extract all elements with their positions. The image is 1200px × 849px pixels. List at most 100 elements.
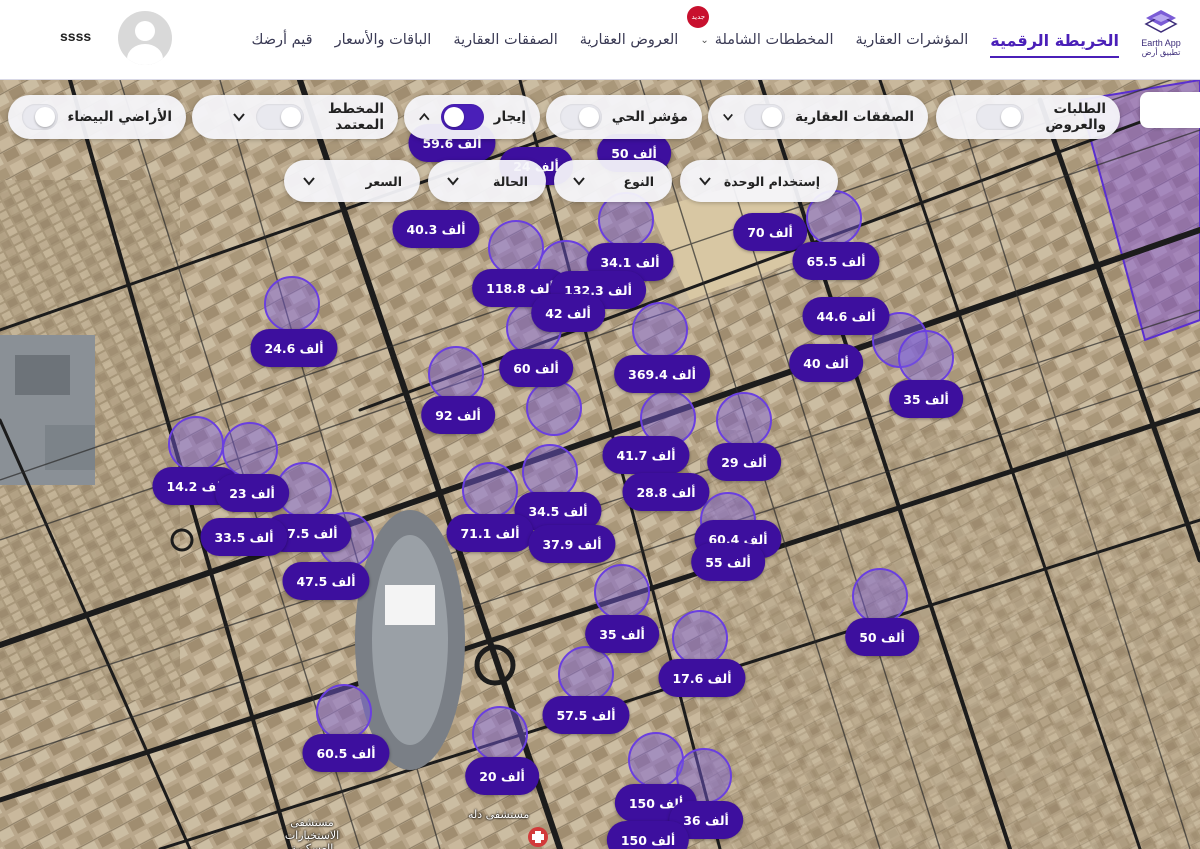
nav-label: الصفقات العقارية — [453, 32, 558, 48]
price-marker[interactable]: 50 ألف — [845, 618, 919, 656]
dropdown-type[interactable]: النوع — [554, 160, 672, 202]
nav-real-estate-deals[interactable]: الصفقات العقارية — [442, 32, 568, 48]
price-marker[interactable]: 24.6 ألف — [250, 329, 338, 367]
filter-label: إيجار — [493, 108, 526, 125]
logo-name-en: Earth App — [1141, 38, 1181, 48]
chevron-down-icon — [573, 177, 585, 186]
price-marker[interactable]: 71.1 ألف — [446, 514, 534, 552]
price-marker[interactable]: 92 ألف — [421, 396, 495, 434]
chevron-down-icon[interactable] — [232, 110, 246, 124]
toggle-switch[interactable] — [743, 104, 786, 130]
map-cluster[interactable] — [488, 220, 544, 276]
price-marker[interactable]: 150 ألف — [606, 821, 690, 849]
hospital-label: مستشفى الاستخبارات العسكرية — [284, 816, 340, 849]
chevron-down-icon: ⌄ — [700, 34, 709, 46]
filter-white-lands[interactable]: الأراضي البيضاء — [8, 95, 186, 139]
filter-real-estate-deals[interactable]: الصفقات العقارية — [708, 95, 928, 139]
price-marker[interactable]: 55 ألف — [691, 543, 765, 581]
price-marker[interactable]: 369.4 ألف — [614, 355, 710, 393]
price-marker[interactable]: 17.6 ألف — [658, 659, 746, 697]
map-cluster[interactable] — [472, 706, 528, 762]
price-marker[interactable]: 44.6 ألف — [802, 297, 890, 335]
avatar[interactable] — [118, 11, 172, 65]
map-cluster[interactable] — [316, 684, 372, 740]
toggle-switch[interactable] — [976, 104, 1024, 130]
filter-label: مؤشر الحي — [611, 108, 688, 125]
map-cluster[interactable] — [632, 302, 688, 358]
price-marker[interactable]: 35 ألف — [889, 380, 963, 418]
map-cluster[interactable] — [672, 610, 728, 666]
nav-digital-map[interactable]: الخريطة الرقمية — [979, 30, 1130, 58]
search-input[interactable] — [1140, 92, 1200, 128]
chevron-down-icon — [303, 177, 315, 186]
nav-label: الخريطة الرقمية — [990, 30, 1119, 50]
toggle-switch[interactable] — [560, 104, 602, 130]
nav-label: قيم أرضك — [251, 32, 313, 48]
nav-label: المخططات الشاملة — [714, 32, 834, 48]
price-marker[interactable]: 42 ألف — [531, 294, 605, 332]
nav-real-estate-indicators[interactable]: المؤشرات العقارية — [845, 32, 980, 48]
dropdown-label: السعر — [365, 173, 402, 189]
map-cluster[interactable] — [462, 462, 518, 518]
chevron-up-icon[interactable] — [418, 110, 431, 124]
filter-approved-plan[interactable]: المخطط المعتمد — [192, 95, 398, 139]
brand-logo[interactable]: Earth App تطبيق أرض — [1136, 8, 1186, 64]
toggle-switch[interactable] — [440, 104, 484, 130]
dropdown-unit-usage[interactable]: إستخدام الوحدة — [680, 160, 838, 202]
dropdown-label: الحالة — [493, 173, 528, 189]
price-marker[interactable]: 47.5 ألف — [282, 562, 370, 600]
username[interactable]: ssss — [60, 28, 120, 44]
filter-label: الصفقات العقارية — [795, 108, 914, 125]
price-marker[interactable]: 60 ألف — [499, 349, 573, 387]
price-marker[interactable]: 37.9 ألف — [528, 525, 616, 563]
filter-district-index[interactable]: مؤشر الحي — [546, 95, 702, 139]
dropdown-label: إستخدام الوحدة — [723, 173, 820, 189]
toggle-switch[interactable] — [22, 104, 58, 130]
filter-label: الطلبات والعروض — [1045, 100, 1106, 133]
map-cluster[interactable] — [852, 568, 908, 624]
price-marker[interactable]: 40.3 ألف — [392, 210, 480, 248]
price-marker[interactable]: 40 ألف — [789, 344, 863, 382]
price-marker[interactable]: 29 ألف — [707, 443, 781, 481]
toggle-switch[interactable] — [256, 104, 304, 130]
map-cluster[interactable] — [428, 346, 484, 402]
map-canvas[interactable]: مستشفى دله مستشفى الاستخبارات العسكرية ا… — [0, 80, 1200, 849]
price-marker[interactable]: 60.5 ألف — [302, 734, 390, 772]
price-marker[interactable]: 33.5 ألف — [200, 518, 288, 556]
nav-real-estate-offers[interactable]: العروض العقارية — [569, 32, 690, 48]
map-cluster[interactable] — [716, 392, 772, 448]
nav-master-plans[interactable]: المخططات الشاملة ⌄ جديد — [687, 6, 844, 48]
price-marker[interactable]: 20 ألف — [465, 757, 539, 795]
filter-rent[interactable]: إيجار — [404, 95, 540, 139]
dropdown-label: النوع — [623, 173, 654, 189]
top-navigation: Earth App تطبيق أرض الخريطة الرقمية المؤ… — [0, 0, 1200, 80]
map-cluster[interactable] — [526, 380, 582, 436]
filter-label: المخطط المعتمد — [327, 100, 384, 133]
chevron-down-icon[interactable] — [722, 110, 734, 124]
dropdown-status[interactable]: الحالة — [428, 160, 546, 202]
map-cluster[interactable] — [168, 416, 224, 472]
price-marker[interactable]: 28.8 ألف — [622, 473, 710, 511]
map-cluster[interactable] — [594, 564, 650, 620]
map-cluster[interactable] — [898, 330, 954, 386]
nav-packages-pricing[interactable]: الباقات والأسعار — [324, 32, 443, 48]
price-marker[interactable]: 65.5 ألف — [792, 242, 880, 280]
price-marker[interactable]: 23 ألف — [215, 474, 289, 512]
price-marker[interactable]: 57.5 ألف — [542, 696, 630, 734]
nav-label: الباقات والأسعار — [334, 32, 432, 48]
nav-value-your-land[interactable]: قيم أرضك — [240, 32, 323, 48]
price-marker[interactable]: 70 ألف — [733, 213, 807, 251]
filter-requests-offers[interactable]: الطلبات والعروض — [936, 95, 1120, 139]
price-marker[interactable]: 41.7 ألف — [602, 436, 690, 474]
main-nav: الخريطة الرقمية المؤشرات العقارية المخطط… — [240, 0, 1130, 80]
chevron-down-icon — [447, 177, 459, 186]
price-marker[interactable]: 35 ألف — [585, 615, 659, 653]
nav-label: العروض العقارية — [579, 32, 679, 48]
map-cluster[interactable] — [264, 276, 320, 332]
logo-name-ar: تطبيق أرض — [1141, 48, 1181, 57]
filter-label: الأراضي البيضاء — [67, 108, 172, 125]
nav-label: المؤشرات العقارية — [855, 32, 969, 48]
dropdown-price[interactable]: السعر — [284, 160, 420, 202]
map-cluster[interactable] — [558, 646, 614, 702]
logo-icon — [1144, 10, 1178, 33]
